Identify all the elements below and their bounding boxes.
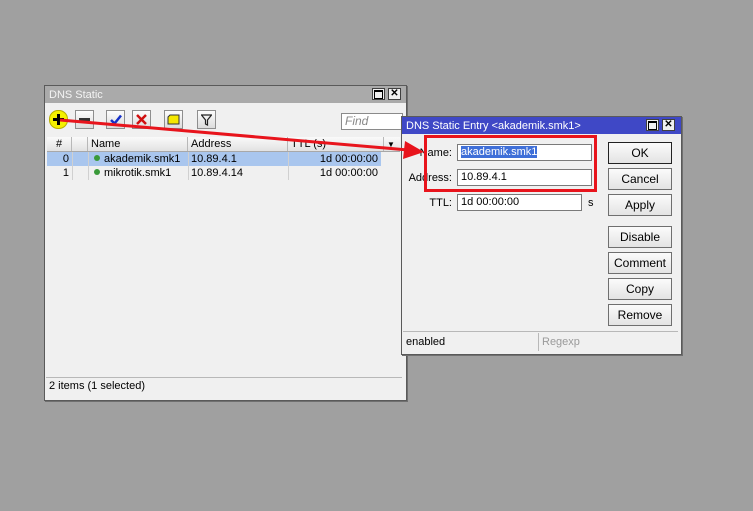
annotation-arrow <box>59 118 424 159</box>
